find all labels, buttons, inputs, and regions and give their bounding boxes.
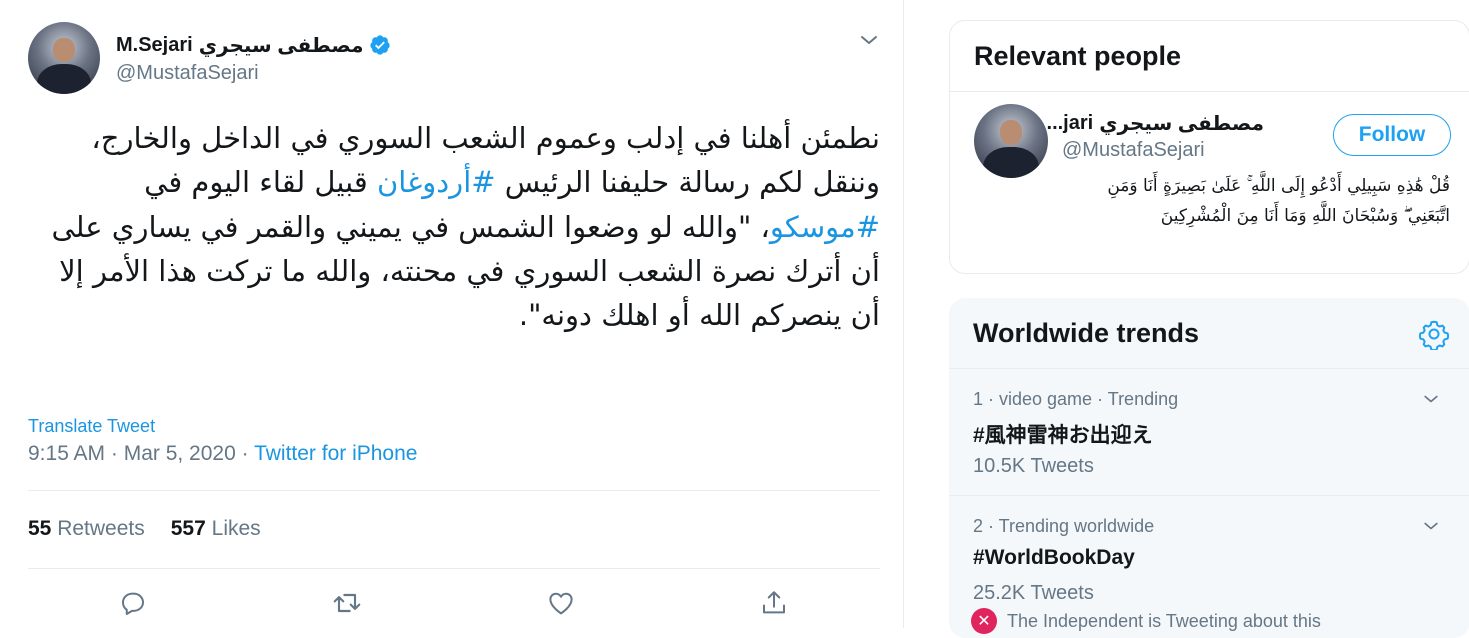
- likes-count: 557: [170, 517, 206, 540]
- likes-stat[interactable]: 557 Likes: [171, 517, 261, 540]
- trends-title: Worldwide trends: [973, 318, 1200, 348]
- publisher-avatar-icon: ✕: [971, 608, 997, 634]
- share-button[interactable]: [757, 586, 791, 620]
- tweet-timestamp[interactable]: 9:15 AM · Mar 5, 2020 ·: [28, 442, 254, 465]
- trend-meta: 1 · video game · Trending: [973, 389, 1179, 409]
- chevron-down-icon[interactable]: [1421, 516, 1441, 536]
- tweet-stats: 55 Retweets 557 Likes: [28, 517, 261, 541]
- gear-icon[interactable]: [1418, 318, 1450, 350]
- divider: [950, 91, 1469, 92]
- translate-tweet-link[interactable]: Translate Tweet: [28, 416, 155, 437]
- retweets-stat[interactable]: 55 Retweets: [28, 517, 145, 540]
- author-name[interactable]: M.Sejari مصطفى سيجري: [116, 32, 391, 58]
- retweet-button[interactable]: [330, 586, 364, 620]
- retweets-label: Retweets: [57, 517, 145, 540]
- trend-name[interactable]: #風神雷神お出迎え: [973, 419, 1153, 449]
- trend-context[interactable]: ✕ The Independent is Tweeting about this: [971, 608, 1321, 634]
- likes-label: Likes: [211, 517, 261, 540]
- share-icon: [763, 591, 785, 614]
- trend-item[interactable]: 1 · video game · Trending #風神雷神お出迎え 10.5…: [949, 369, 1469, 495]
- trend-count: 10.5K Tweets: [973, 455, 1094, 477]
- reply-button[interactable]: [116, 586, 150, 620]
- trends-card: Worldwide trends 1 · video game · Trendi…: [949, 298, 1469, 638]
- person-name-arabic[interactable]: مصطفى سيجري: [1099, 111, 1264, 136]
- person-name-suffix[interactable]: ...jari: [1047, 112, 1094, 135]
- trend-name[interactable]: #WorldBookDay: [973, 546, 1135, 570]
- hashtag-link[interactable]: #أردوغان: [377, 165, 496, 199]
- person-handle[interactable]: @MustafaSejari: [1062, 139, 1205, 162]
- retweets-count: 55: [28, 517, 52, 540]
- chevron-down-icon[interactable]: [1421, 389, 1441, 409]
- tweet-detail: M.Sejari مصطفى سيجري @MustafaSejari نطمئ…: [0, 0, 904, 628]
- tweet-text-part: ، "والله لو وضعوا الشمس في يميني والقمر …: [51, 209, 880, 333]
- author-avatar[interactable]: [28, 22, 100, 94]
- relevant-people-card: Relevant people ...jari مصطفى سيجري @Mus…: [949, 20, 1469, 274]
- verified-badge-icon: [370, 35, 391, 55]
- person-name[interactable]: ...jari مصطفى سيجري: [1047, 109, 1270, 137]
- tweet-text: نطمئن أهلنا في إدلب وعموم الشعب السوري ف…: [30, 116, 880, 337]
- divider: [28, 490, 880, 491]
- heart-icon: [549, 592, 573, 615]
- follow-button[interactable]: Follow: [1333, 114, 1451, 156]
- person-bio: قُلْ هَٰذِهِ سَبِيلِي أَدْعُو إِلَى اللَ…: [1107, 176, 1450, 226]
- author-handle[interactable]: @MustafaSejari: [116, 62, 259, 85]
- person-avatar[interactable]: [974, 104, 1048, 178]
- like-button[interactable]: [544, 586, 578, 620]
- retweet-icon: [333, 593, 361, 613]
- trend-context-text: The Independent is Tweeting about this: [1007, 610, 1321, 631]
- tweet-meta: 9:15 AM · Mar 5, 2020 · Twitter for iPho…: [28, 442, 417, 466]
- reply-icon: [122, 592, 144, 615]
- tweet-text-part: قبيل لقاء اليوم في: [144, 165, 377, 200]
- hashtag-link[interactable]: #موسكو: [770, 210, 880, 244]
- author-name-latin[interactable]: M.Sejari: [116, 34, 193, 57]
- tweet-source-link[interactable]: Twitter for iPhone: [254, 442, 417, 465]
- author-name-arabic[interactable]: مصطفى سيجري: [199, 33, 364, 58]
- trend-meta: 2 · Trending worldwide: [973, 516, 1155, 536]
- relevant-people-title: Relevant people: [974, 41, 1182, 71]
- chevron-down-icon[interactable]: [857, 28, 881, 52]
- trend-item[interactable]: 2 · Trending worldwide #WorldBookDay 25.…: [949, 496, 1469, 622]
- trend-count: 25.2K Tweets: [973, 582, 1094, 604]
- divider: [28, 568, 880, 569]
